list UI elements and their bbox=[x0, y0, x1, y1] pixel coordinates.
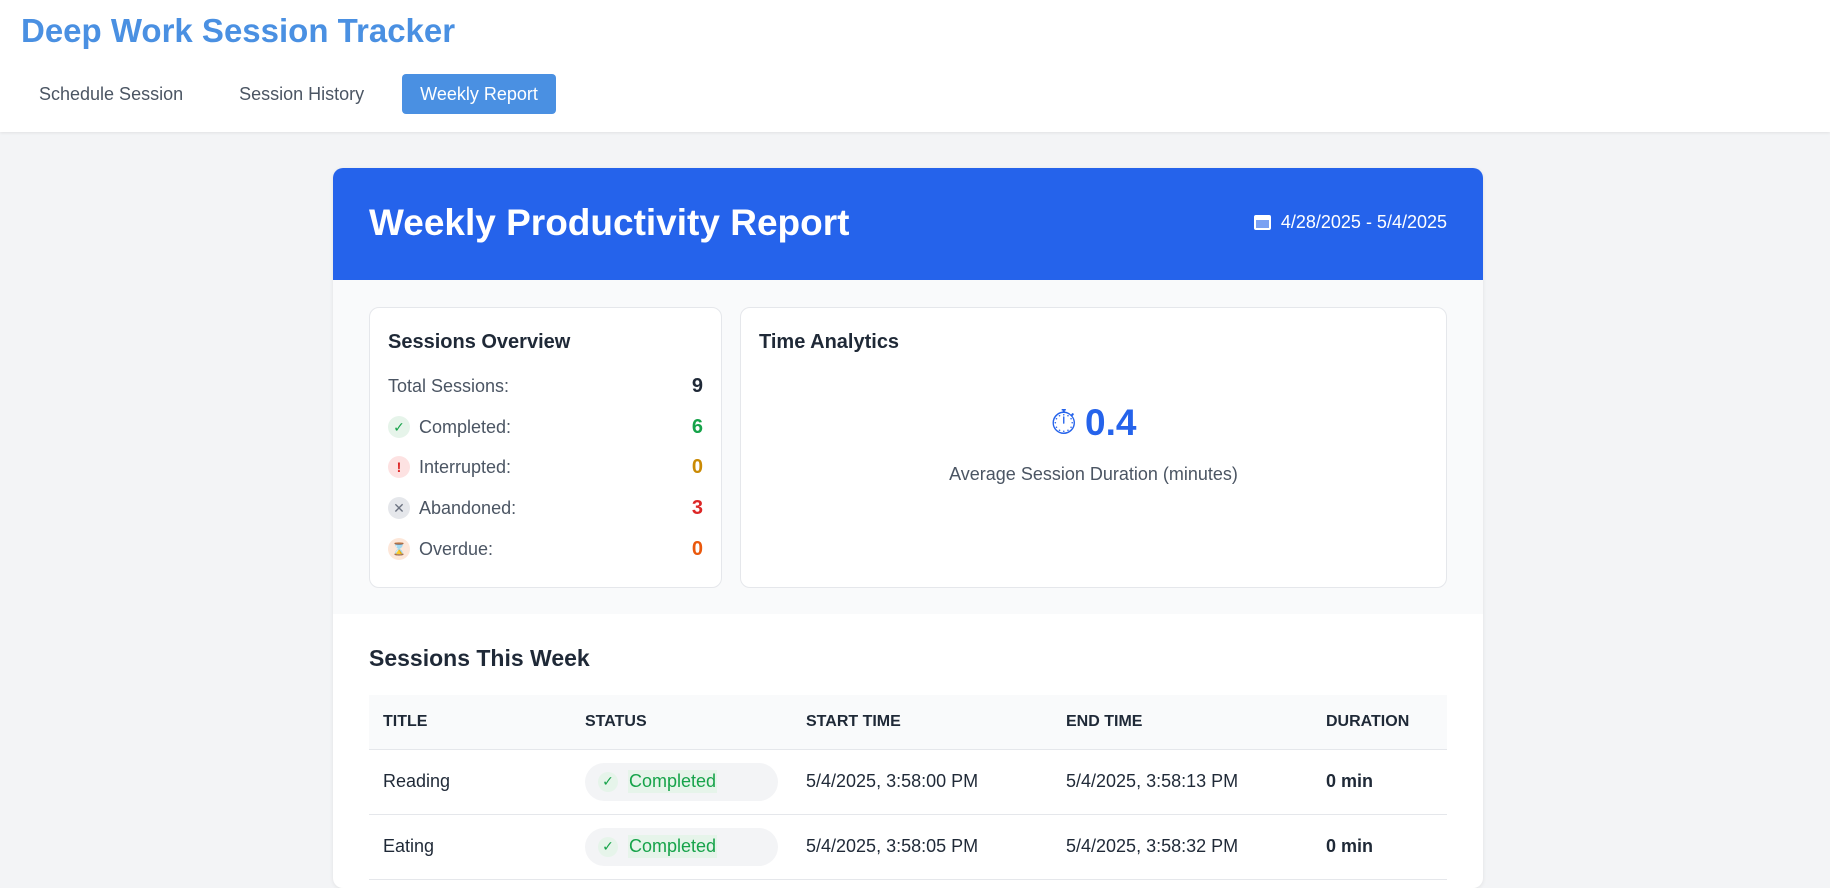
tab-schedule-session[interactable]: Schedule Session bbox=[21, 74, 201, 114]
sessions-overview-panel: Sessions Overview Total Sessions: 9 ✓ Co… bbox=[369, 307, 722, 588]
stat-interrupted-value: 0 bbox=[691, 455, 703, 478]
row-end-time: 5/4/2025, 3:58:32 PM bbox=[1052, 814, 1312, 880]
table-row[interactable]: Eating ✓ Completed 5/4/2025, 3:58:05 PM … bbox=[369, 814, 1447, 880]
hourglass-icon: ⌛ bbox=[388, 538, 410, 560]
stats-area: Sessions Overview Total Sessions: 9 ✓ Co… bbox=[333, 280, 1483, 614]
row-status: ✓ Completed bbox=[571, 749, 792, 815]
stat-overdue-value: 0 bbox=[691, 537, 703, 560]
stat-overdue-label: Overdue: bbox=[419, 538, 494, 559]
time-analytics-title: Time Analytics bbox=[759, 331, 900, 353]
col-end-time: END TIME bbox=[1066, 712, 1143, 730]
stopwatch-icon: ⏱ bbox=[1050, 404, 1078, 442]
avg-duration-label: Average Session Duration (minutes) bbox=[949, 464, 1238, 484]
col-start-time: START TIME bbox=[806, 712, 901, 730]
col-status: STATUS bbox=[585, 712, 647, 730]
nav-tabs: Schedule Session Session History Weekly … bbox=[21, 74, 556, 114]
top-bar: Deep Work Session Tracker Schedule Sessi… bbox=[0, 0, 1830, 132]
table-row[interactable]: Reading ✓ Completed 5/4/2025, 3:58:00 PM… bbox=[369, 749, 1447, 815]
stat-interrupted: ! Interrupted: 0 bbox=[388, 455, 703, 479]
row-title: Reading bbox=[369, 749, 571, 815]
avg-duration-metric: ⏱ 0.4 bbox=[741, 402, 1446, 444]
sessions-overview-title: Sessions Overview bbox=[388, 331, 571, 353]
date-range-text: 4/28/2025 - 5/4/2025 bbox=[1280, 212, 1447, 232]
row-start-time: 5/4/2025, 3:58:00 PM bbox=[792, 749, 1052, 815]
row-start-time: 5/4/2025, 3:58:05 PM bbox=[792, 814, 1052, 880]
check-icon: ✓ bbox=[598, 771, 618, 792]
row-duration: 0 min bbox=[1312, 814, 1447, 880]
row-end-time: 5/4/2025, 3:58:13 PM bbox=[1052, 749, 1312, 815]
tab-weekly-report[interactable]: Weekly Report bbox=[402, 74, 556, 114]
stat-completed: ✓ Completed: 6 bbox=[388, 415, 703, 439]
stat-interrupted-label: Interrupted: bbox=[419, 456, 512, 477]
stat-completed-value: 6 bbox=[691, 415, 703, 438]
stat-total-label: Total Sessions: bbox=[388, 375, 510, 396]
sessions-title: Sessions This Week bbox=[369, 645, 590, 671]
time-analytics-panel: Time Analytics ⏱ 0.4 Average Session Dur… bbox=[740, 307, 1447, 588]
report-card: Weekly Productivity Report 4/28/2025 - 5… bbox=[333, 168, 1483, 888]
avg-duration-value: 0.4 bbox=[1085, 402, 1137, 443]
status-badge: ✓ Completed bbox=[585, 762, 778, 801]
stat-abandoned-label: Abandoned: bbox=[419, 497, 517, 518]
calendar-icon bbox=[1253, 215, 1271, 230]
table-header-row: TITLE STATUS START TIME END TIME DURATIO… bbox=[369, 695, 1447, 749]
stat-abandoned: ✕ Abandoned: 3 bbox=[388, 496, 703, 520]
close-icon: ✕ bbox=[388, 497, 410, 519]
stat-completed-label: Completed: bbox=[419, 416, 512, 437]
col-duration: DURATION bbox=[1326, 712, 1410, 730]
row-title: Eating bbox=[369, 814, 571, 880]
stat-total: Total Sessions: 9 bbox=[388, 374, 703, 398]
stat-overdue: ⌛ Overdue: 0 bbox=[388, 537, 703, 561]
tab-session-history[interactable]: Session History bbox=[221, 74, 382, 114]
stat-total-value: 9 bbox=[691, 374, 703, 397]
status-text: Completed bbox=[628, 835, 718, 858]
stat-abandoned-value: 3 bbox=[691, 496, 703, 519]
col-title: TITLE bbox=[383, 712, 428, 730]
sessions-table: TITLE STATUS START TIME END TIME DURATIO… bbox=[369, 695, 1447, 880]
check-icon: ✓ bbox=[388, 416, 410, 438]
row-duration: 0 min bbox=[1312, 749, 1447, 815]
date-range: 4/28/2025 - 5/4/2025 bbox=[1253, 212, 1447, 233]
status-text: Completed bbox=[628, 770, 718, 793]
report-header: Weekly Productivity Report 4/28/2025 - 5… bbox=[333, 168, 1483, 280]
app-title: Deep Work Session Tracker bbox=[21, 12, 456, 49]
row-status: ✓ Completed bbox=[571, 814, 792, 880]
exclamation-icon: ! bbox=[388, 456, 410, 478]
status-badge: ✓ Completed bbox=[585, 827, 778, 866]
report-title: Weekly Productivity Report bbox=[369, 202, 850, 243]
check-icon: ✓ bbox=[598, 836, 618, 857]
